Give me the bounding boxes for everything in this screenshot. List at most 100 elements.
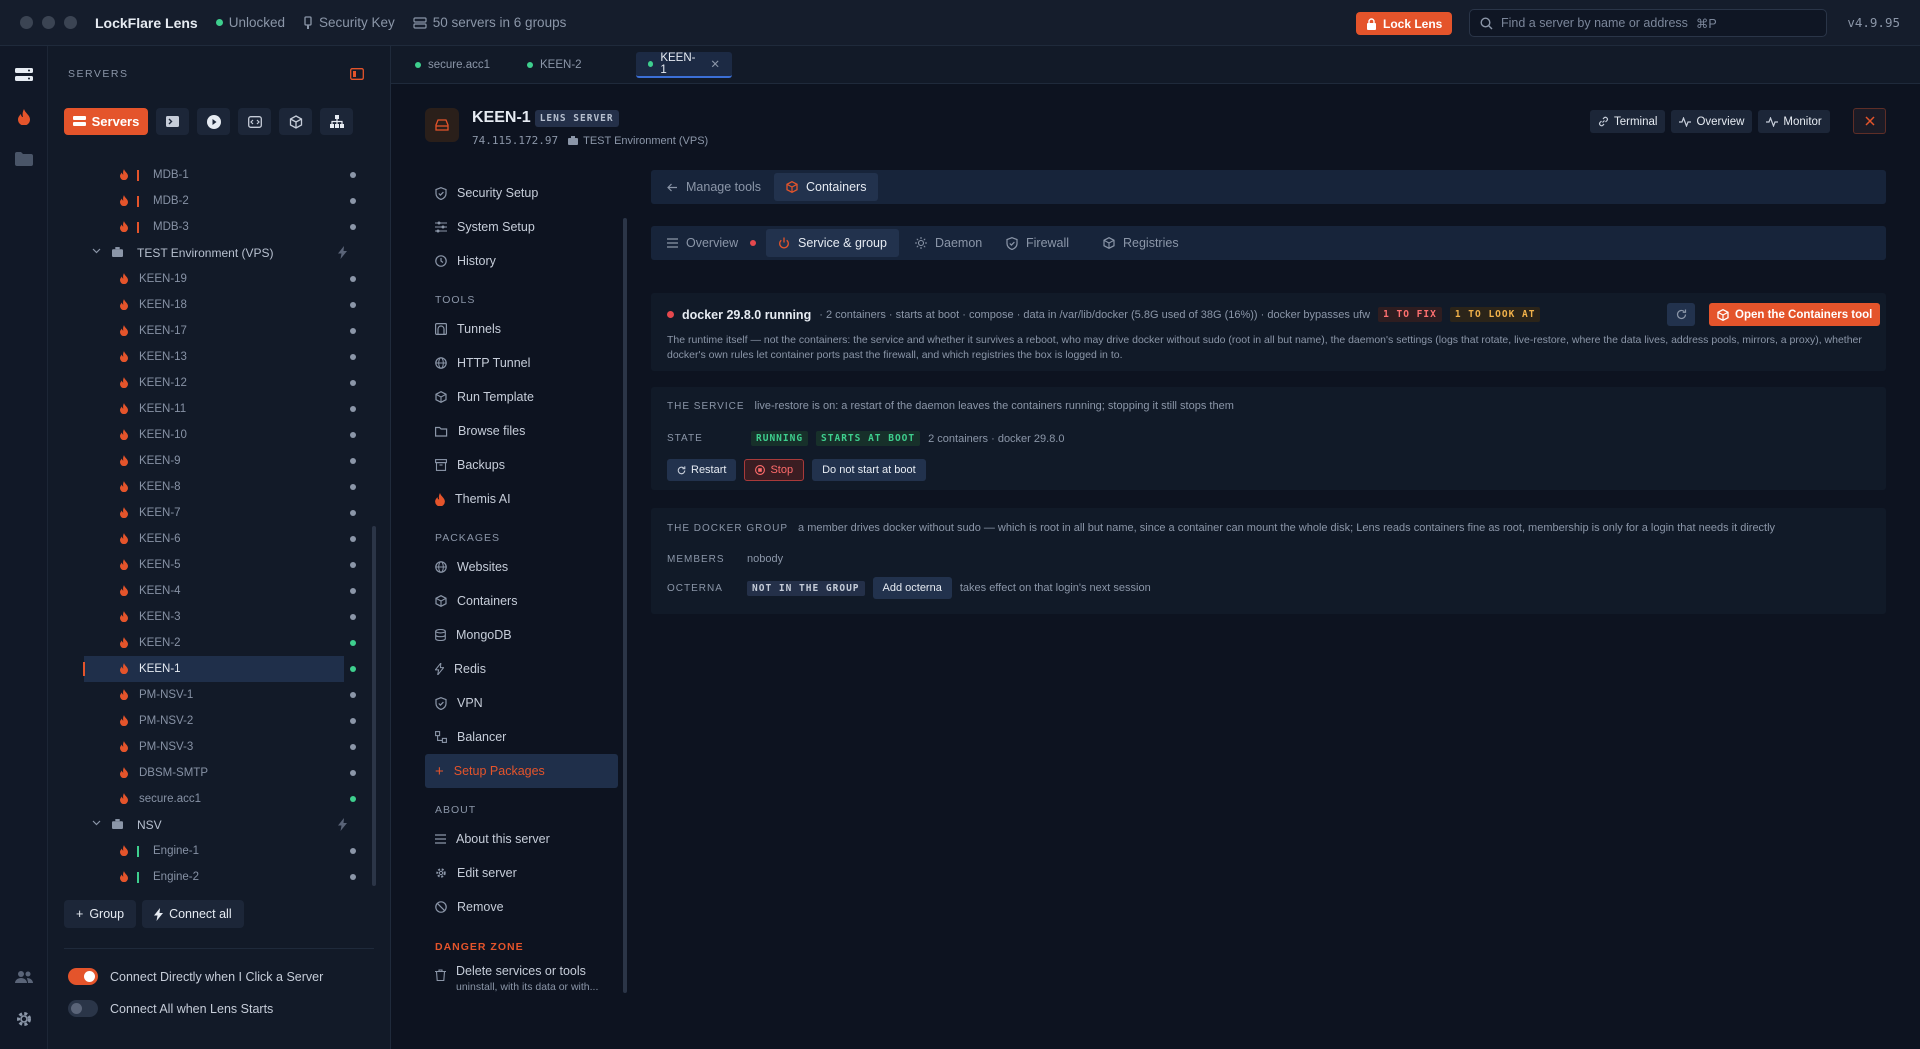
subtab-registries[interactable]: Registries xyxy=(1091,229,1191,257)
subnav-balancer[interactable]: Balancer xyxy=(425,720,625,754)
connect-group-bolt-icon[interactable] xyxy=(338,818,347,831)
add-group-button[interactable]: + Group xyxy=(64,900,137,928)
manage-tools-link[interactable]: Manage tools xyxy=(655,173,773,201)
do-not-start-at-boot-button[interactable]: Do not start at boot xyxy=(812,459,926,481)
containers-crumb[interactable]: Containers xyxy=(774,173,879,201)
sidebar-server-item[interactable]: KEEN-17 xyxy=(48,318,378,344)
security-key-status[interactable]: Security Key xyxy=(303,15,395,30)
sidebar-group[interactable]: NSV xyxy=(48,812,378,838)
sidebar-server-item[interactable]: KEEN-2 xyxy=(48,630,378,656)
connect-all-button[interactable]: Connect all xyxy=(142,900,244,928)
subnav-security-setup[interactable]: Security Setup xyxy=(425,176,625,210)
sidebar-server-item[interactable]: PM-NSV-1 xyxy=(48,682,378,708)
add-octerna-button[interactable]: Add octerna xyxy=(872,577,952,599)
open-containers-tool-button[interactable]: Open the Containers tool xyxy=(1709,303,1881,326)
overview-button[interactable]: Overview xyxy=(1671,110,1753,133)
sidebar-server-item[interactable]: MDB-2 xyxy=(48,188,378,214)
sidebar-server-item[interactable]: KEEN-1 xyxy=(83,656,356,682)
tab-keen-1[interactable]: KEEN-1 ✕ xyxy=(636,52,732,78)
sidebar-server-item[interactable]: KEEN-4 xyxy=(48,578,378,604)
terminal-button[interactable]: Terminal xyxy=(1590,110,1666,133)
subnav-vpn[interactable]: VPN xyxy=(425,686,625,720)
sidebar-server-item[interactable]: KEEN-9 xyxy=(48,448,378,474)
subnav-http-tunnel[interactable]: HTTP Tunnel xyxy=(425,346,625,380)
chevron-down-icon[interactable] xyxy=(92,248,101,254)
sidebar-server-item[interactable]: Engine-1 xyxy=(48,838,378,864)
subtab-service-group[interactable]: Service & group xyxy=(766,229,899,257)
servers-tool-button[interactable]: Servers xyxy=(64,108,148,135)
connect-direct-switch[interactable] xyxy=(68,968,98,985)
window-controls[interactable] xyxy=(20,16,77,29)
restart-button[interactable]: Restart xyxy=(667,459,737,481)
to-fix-badge[interactable]: 1 TO FIX xyxy=(1378,307,1442,322)
sidebar-server-item[interactable]: MDB-3 xyxy=(48,214,378,240)
subnav-mongodb[interactable]: MongoDB xyxy=(425,618,625,652)
sidebar-scrollbar[interactable] xyxy=(372,526,376,886)
subnav-delete-services[interactable]: Delete services or tools uninstall, with… xyxy=(425,958,625,998)
subnav-edit-server[interactable]: Edit server xyxy=(425,856,625,890)
sidebar-server-item[interactable]: KEEN-6 xyxy=(48,526,378,552)
tab-keen-2[interactable]: KEEN-2 xyxy=(515,52,594,78)
subtab-firewall[interactable]: Firewall xyxy=(994,229,1081,257)
subnav-remove[interactable]: Remove xyxy=(425,890,625,924)
sidebar-server-item[interactable]: MDB-1 xyxy=(48,162,378,188)
subnav-system-setup[interactable]: System Setup xyxy=(425,210,625,244)
sidebar-server-item[interactable]: PM-NSV-2 xyxy=(48,708,378,734)
close-window-button[interactable] xyxy=(20,16,33,29)
topology-tool-button[interactable] xyxy=(320,108,353,135)
sidebar-server-item[interactable]: KEEN-10 xyxy=(48,422,378,448)
subnav-browse-files[interactable]: Browse files xyxy=(425,414,625,448)
close-server-button[interactable] xyxy=(1853,108,1886,134)
subnav-containers[interactable]: Containers xyxy=(425,584,625,618)
sidebar-server-item[interactable]: secure.acc1 xyxy=(48,786,378,812)
sidebar-server-item[interactable]: KEEN-13 xyxy=(48,344,378,370)
subnav-themis-ai[interactable]: Themis AI xyxy=(425,482,625,516)
chevron-down-icon[interactable] xyxy=(92,820,101,826)
sidebar-server-item[interactable]: KEEN-19 xyxy=(48,266,378,292)
sidebar-server-item[interactable]: KEEN-5 xyxy=(48,552,378,578)
subnav-scrollbar[interactable] xyxy=(623,218,627,993)
sidebar-server-item[interactable]: KEEN-11 xyxy=(48,396,378,422)
terminal-tool-button[interactable] xyxy=(156,108,189,135)
stop-button[interactable]: Stop xyxy=(744,459,805,481)
refresh-button[interactable] xyxy=(1667,303,1695,326)
servers-rail-icon[interactable] xyxy=(13,64,35,86)
sidebar-server-item[interactable]: KEEN-3 xyxy=(48,604,378,630)
sidebar-server-item[interactable]: DBSM-SMTP xyxy=(48,760,378,786)
sidebar-server-item[interactable]: KEEN-7 xyxy=(48,500,378,526)
collapse-sidebar-icon[interactable] xyxy=(350,68,364,80)
subnav-about-server[interactable]: About this server xyxy=(425,822,625,856)
package-tool-button[interactable] xyxy=(279,108,312,135)
flame-rail-icon[interactable] xyxy=(13,106,35,128)
play-tool-button[interactable] xyxy=(197,108,230,135)
minimize-window-button[interactable] xyxy=(42,16,55,29)
sidebar-group[interactable]: TEST Environment (VPS) xyxy=(48,240,378,266)
tab-secure-acc1[interactable]: secure.acc1 xyxy=(403,52,502,78)
lock-lens-button[interactable]: Lock Lens xyxy=(1356,12,1453,35)
maximize-window-button[interactable] xyxy=(64,16,77,29)
sidebar-server-item[interactable]: KEEN-8 xyxy=(48,474,378,500)
subtab-daemon[interactable]: Daemon xyxy=(903,229,994,257)
sidebar-server-item[interactable]: KEEN-18 xyxy=(48,292,378,318)
subtab-overview[interactable]: Overview xyxy=(655,229,768,257)
subnav-redis[interactable]: Redis xyxy=(425,652,625,686)
settings-gear-icon[interactable] xyxy=(13,1008,35,1030)
subnav-tunnels[interactable]: Tunnels xyxy=(425,312,625,346)
team-rail-icon[interactable] xyxy=(13,966,35,988)
folder-rail-icon[interactable] xyxy=(13,148,35,170)
close-tab-icon[interactable]: ✕ xyxy=(710,57,720,71)
sidebar-server-item[interactable]: PM-NSV-3 xyxy=(48,734,378,760)
code-tool-button[interactable] xyxy=(238,108,271,135)
subnav-history[interactable]: History xyxy=(425,244,625,278)
connect-group-bolt-icon[interactable] xyxy=(338,246,347,259)
subnav-setup-packages[interactable]: + Setup Packages xyxy=(425,754,618,788)
monitor-button[interactable]: Monitor xyxy=(1758,110,1830,133)
server-search-input[interactable]: Find a server by name or address ⌘P xyxy=(1469,9,1827,37)
connect-all-switch[interactable] xyxy=(68,1000,98,1017)
subnav-backups[interactable]: Backups xyxy=(425,448,625,482)
subnav-websites[interactable]: Websites xyxy=(425,550,625,584)
subnav-run-template[interactable]: Run Template xyxy=(425,380,625,414)
sidebar-server-item[interactable]: KEEN-12 xyxy=(48,370,378,396)
sidebar-server-item[interactable]: Engine-2 xyxy=(48,864,378,890)
to-look-badge[interactable]: 1 TO LOOK AT xyxy=(1449,307,1541,322)
